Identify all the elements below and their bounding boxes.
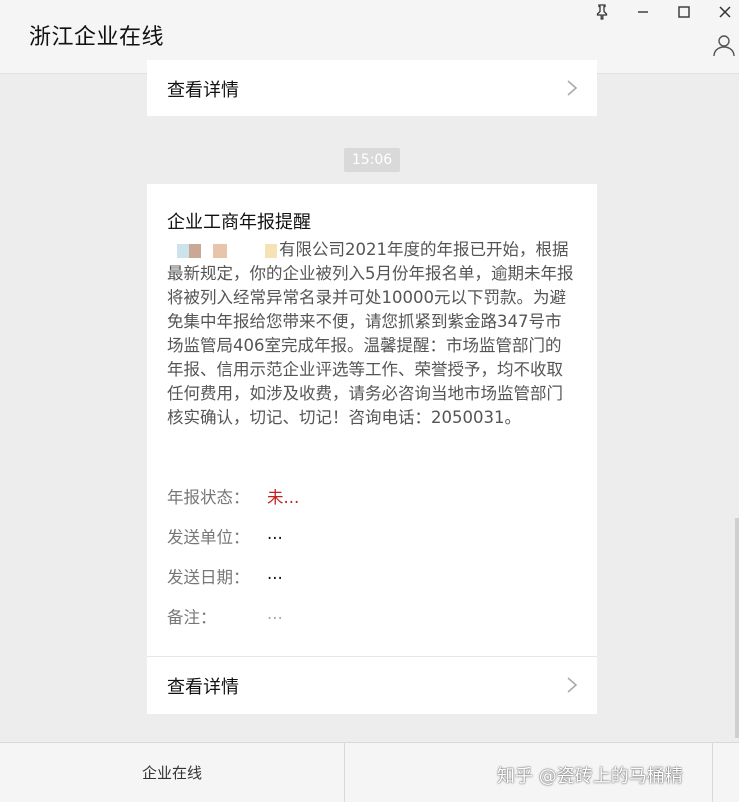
field-value-sender: ... (267, 524, 283, 543)
message-title: 企业工商年报提醒 (167, 212, 311, 233)
message-card: 企业工商年报提醒 有限公司2021年度的年报已开始，根据最新规定，你的企业被列入… (147, 184, 597, 714)
redacted-company-name (167, 243, 279, 258)
view-details-row[interactable]: 查看详情 (147, 60, 597, 116)
field-label-sender: 发送单位： (167, 528, 250, 547)
scrollbar-thumb[interactable] (735, 518, 739, 738)
field-label-date: 发送日期： (167, 568, 250, 587)
view-details-label: 查看详情 (167, 677, 239, 698)
view-details-label: 查看详情 (167, 80, 239, 101)
maximize-icon[interactable] (674, 3, 694, 21)
field-value-remark: ... (267, 604, 283, 623)
menu-separator (712, 743, 713, 802)
window-title: 浙江企业在线 (29, 25, 165, 50)
field-value-status: 未... (267, 488, 300, 507)
watermark: 知乎 @瓷砖上的马桶精 (497, 766, 683, 787)
chevron-right-icon (567, 677, 578, 693)
previous-message-card: 查看详情 (147, 60, 597, 116)
user-profile-icon[interactable] (712, 33, 736, 57)
field-label-remark: 备注： (167, 608, 217, 627)
pin-icon[interactable] (592, 3, 612, 21)
menu-item-enterprise-online[interactable]: 企业在线 (0, 743, 344, 802)
chevron-right-icon (567, 80, 578, 96)
message-timestamp: 15:06 (344, 148, 400, 172)
view-details-row[interactable]: 查看详情 (147, 657, 597, 713)
close-icon[interactable] (715, 3, 735, 21)
field-value-date: ... (267, 564, 283, 583)
message-body: 有限公司2021年度的年报已开始，根据最新规定，你的企业被列入5月份年报名单，逾… (167, 238, 577, 430)
message-body-text: 有限公司2021年度的年报已开始，根据最新规定，你的企业被列入5月份年报名单，逾… (167, 240, 574, 427)
minimize-icon[interactable] (633, 3, 653, 21)
field-label-status: 年报状态： (167, 488, 250, 507)
